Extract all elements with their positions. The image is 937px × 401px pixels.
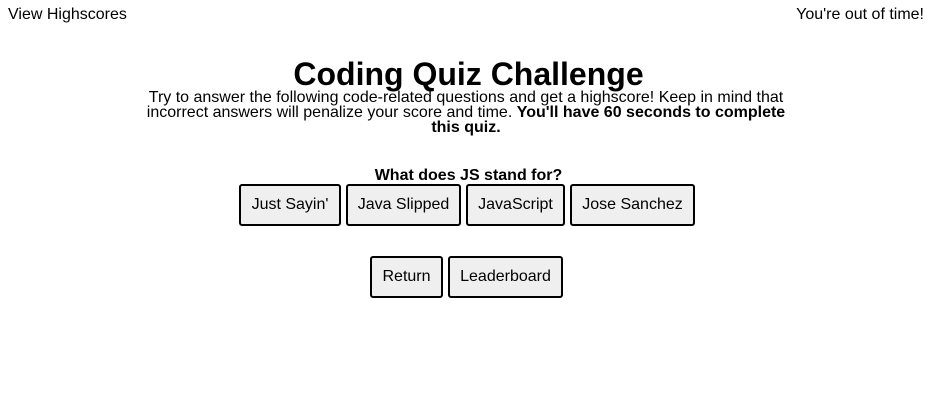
timer-status: You're out of time! (796, 6, 924, 23)
page-title: Coding Quiz Challenge (293, 56, 644, 92)
answer-options: Just Sayin' Java Slipped JavaScript Jose… (239, 184, 695, 226)
answer-button[interactable]: Jose Sanchez (570, 184, 695, 226)
question-text: What does JS stand for? (374, 167, 563, 184)
answer-button[interactable]: JavaScript (466, 184, 565, 226)
action-buttons: Return Leaderboard (370, 256, 563, 298)
intro-text: Try to answer the following code-related… (140, 90, 792, 136)
answer-button[interactable]: Java Slipped (346, 184, 461, 226)
leaderboard-button[interactable]: Leaderboard (448, 256, 563, 298)
answer-button[interactable]: Just Sayin' (239, 184, 341, 226)
quiz-page: View Highscores You're out of time! Codi… (0, 0, 937, 401)
return-button[interactable]: Return (370, 256, 443, 298)
view-highscores-link[interactable]: View Highscores (8, 6, 127, 24)
